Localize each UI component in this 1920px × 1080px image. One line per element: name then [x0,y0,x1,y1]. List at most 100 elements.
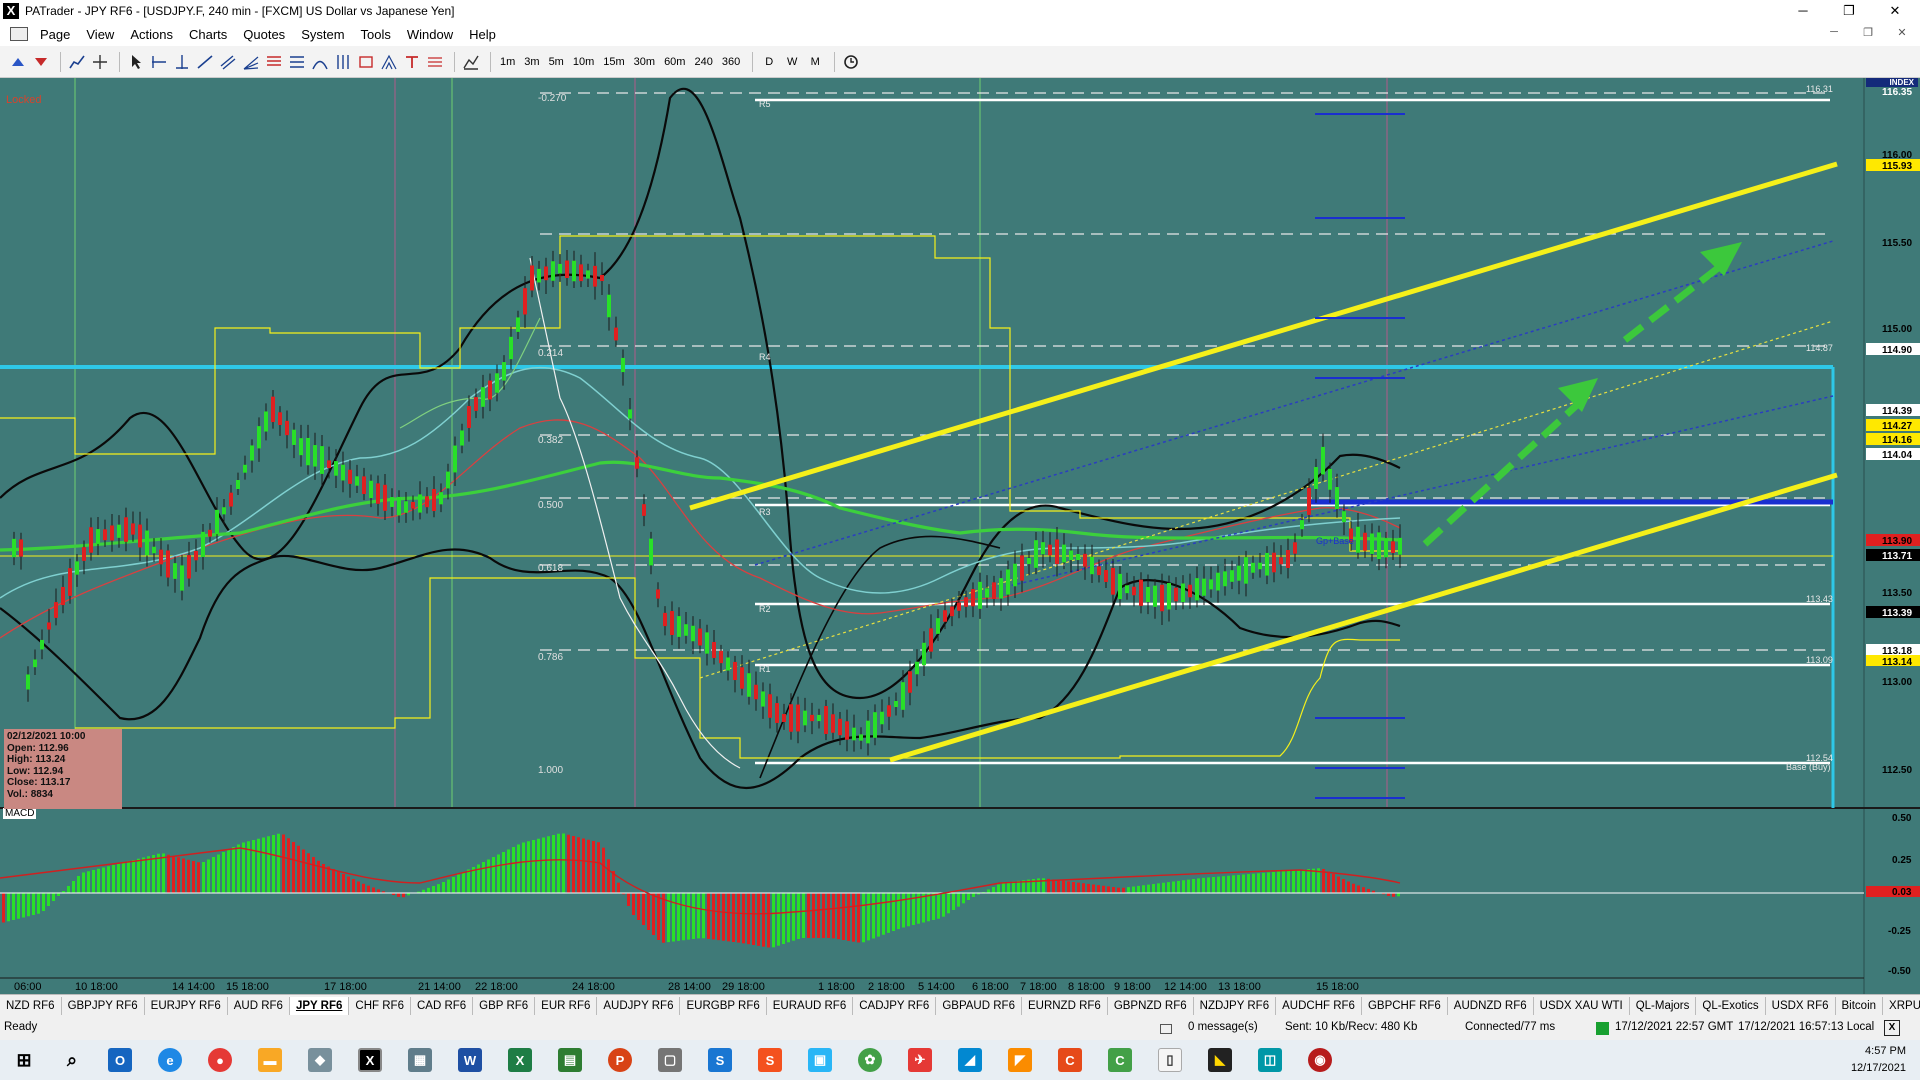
menu-actions[interactable]: Actions [122,27,181,42]
outlook-icon[interactable]: O [108,1048,132,1072]
symbol-tab[interactable]: GBPJPY RF6 [62,996,145,1015]
timeframe-m[interactable]: M [805,51,825,73]
patrader-taskbar-icon[interactable]: X [358,1048,382,1072]
arc-icon[interactable] [310,51,330,73]
chrome-icon[interactable]: ● [208,1048,232,1072]
andrews-pitchfork-icon[interactable] [379,51,399,73]
scale-up-icon[interactable] [8,51,28,73]
maximize-button[interactable]: ❐ [1826,0,1872,22]
app-icon[interactable]: ✿ [858,1048,882,1072]
app-icon[interactable]: ◉ [1308,1048,1332,1072]
spreadsheet-icon[interactable]: ▤ [558,1048,582,1072]
timeframe-240[interactable]: 240 [691,51,715,73]
app-icon[interactable]: ◣ [1208,1048,1232,1072]
symbol-tab[interactable]: EURJPY RF6 [145,996,228,1015]
symbol-tab[interactable]: EUR RF6 [535,996,598,1015]
taskbar-clock[interactable]: 4:57 PM 12/17/2021 [1851,1043,1906,1077]
timeframe-d[interactable]: D [759,51,779,73]
app-icon[interactable]: ◫ [1258,1048,1282,1072]
scale-down-icon[interactable] [31,51,51,73]
app-icon[interactable]: C [1058,1048,1082,1072]
timeframe-10m[interactable]: 10m [570,51,597,73]
app-icon[interactable]: ▢ [658,1048,682,1072]
fib-extension-icon[interactable] [287,51,307,73]
search-icon[interactable]: ⌕ [60,1048,84,1072]
mdi-restore-button[interactable]: ❐ [1854,26,1882,39]
levels-icon[interactable] [425,51,445,73]
vertical-line-icon[interactable] [172,51,192,73]
word-icon[interactable]: W [458,1048,482,1072]
horizontal-line-icon[interactable] [149,51,169,73]
channel-icon[interactable] [218,51,238,73]
timeframe-1m[interactable]: 1m [497,51,518,73]
symbol-tab[interactable]: EURNZD RF6 [1022,996,1108,1015]
rectangle-icon[interactable] [356,51,376,73]
trend-line-icon[interactable] [195,51,215,73]
symbol-tab[interactable]: XRPUSDRF6 [1883,997,1920,1015]
indicator-icon[interactable] [461,51,481,73]
chart-doc-icon[interactable] [10,27,28,41]
timeframe-30m[interactable]: 30m [631,51,658,73]
text-tool-icon[interactable] [402,51,422,73]
symbol-tab[interactable]: AUDJPY RF6 [597,996,681,1015]
app-icon[interactable]: ◆ [308,1048,332,1072]
timeframe-15m[interactable]: 15m [600,51,627,73]
symbol-tab[interactable]: AUDCHF RF6 [1276,996,1362,1015]
symbol-tab[interactable]: CAD RF6 [411,996,474,1015]
app-icon[interactable]: ◢ [958,1048,982,1072]
symbol-tab[interactable]: GBPAUD RF6 [936,996,1022,1015]
symbol-tab[interactable]: NZDJPY RF6 [1194,996,1277,1015]
symbol-tab[interactable]: USDX XAU WTI [1534,996,1630,1015]
symbol-tab[interactable]: JPY RF6 [289,996,350,1015]
app-icon[interactable]: C [1108,1048,1132,1072]
edge-icon[interactable]: e [158,1048,182,1072]
close-button[interactable]: ✕ [1872,0,1918,22]
app-icon[interactable]: ▣ [808,1048,832,1072]
timeframe-60m[interactable]: 60m [661,51,688,73]
chart-canvas[interactable]: -0.270 0.214 0.382 0.500 0.618 0.786 1.0… [0,78,1920,994]
crosshair-icon[interactable] [90,51,110,73]
excel-icon[interactable]: X [508,1048,532,1072]
calculator-icon[interactable]: ▦ [408,1048,432,1072]
menu-system[interactable]: System [293,27,352,42]
symbol-tab[interactable]: USDX RF6 [1766,996,1836,1015]
timeframe-5m[interactable]: 5m [546,51,567,73]
notepad-icon[interactable]: ▯ [1158,1048,1182,1072]
symbol-tab[interactable]: Bitcoin [1836,996,1884,1015]
timeframe-360[interactable]: 360 [719,51,743,73]
menu-page[interactable]: Page [32,27,78,42]
file-explorer-icon[interactable]: ▬ [258,1048,282,1072]
menu-window[interactable]: Window [399,27,461,42]
status-messages[interactable]: 0 message(s) [1188,1021,1258,1033]
mdi-close-button[interactable]: ✕ [1888,26,1916,39]
symbol-tab[interactable]: QL-Exotics [1696,996,1766,1015]
symbol-tab[interactable]: GBP RF6 [473,996,536,1015]
mail-icon[interactable] [1160,1024,1172,1034]
symbol-tab[interactable]: AUDNZD RF6 [1448,996,1534,1015]
powerpoint-icon[interactable]: P [608,1048,632,1072]
timeframe-3m[interactable]: 3m [521,51,542,73]
snagit-icon[interactable]: S [758,1048,782,1072]
fibonacci-icon[interactable] [264,51,284,73]
menu-help[interactable]: Help [461,27,504,42]
symbol-tab[interactable]: NZD RF6 [0,996,62,1015]
symbol-tab[interactable]: EURAUD RF6 [767,996,854,1015]
cycle-lines-icon[interactable] [333,51,353,73]
symbol-tab[interactable]: GBPNZD RF6 [1108,996,1194,1015]
symbol-tab[interactable]: AUD RF6 [228,996,290,1015]
chart-type-icon[interactable] [67,51,87,73]
menu-tools[interactable]: Tools [353,27,399,42]
app-icon[interactable]: ◤ [1008,1048,1032,1072]
skype-icon[interactable]: S [708,1048,732,1072]
symbol-tab[interactable]: CHF RF6 [349,996,411,1015]
menu-view[interactable]: View [78,27,122,42]
symbol-tab[interactable]: QL-Majors [1630,996,1697,1015]
mdi-minimize-button[interactable]: ─ [1820,26,1848,38]
symbol-tab[interactable]: CADJPY RF6 [853,996,937,1015]
menu-charts[interactable]: Charts [181,27,235,42]
symbol-tab[interactable]: EURGBP RF6 [680,996,767,1015]
app-icon[interactable]: ✈ [908,1048,932,1072]
timeframe-w[interactable]: W [782,51,802,73]
pointer-icon[interactable] [126,51,146,73]
menu-quotes[interactable]: Quotes [235,27,293,42]
